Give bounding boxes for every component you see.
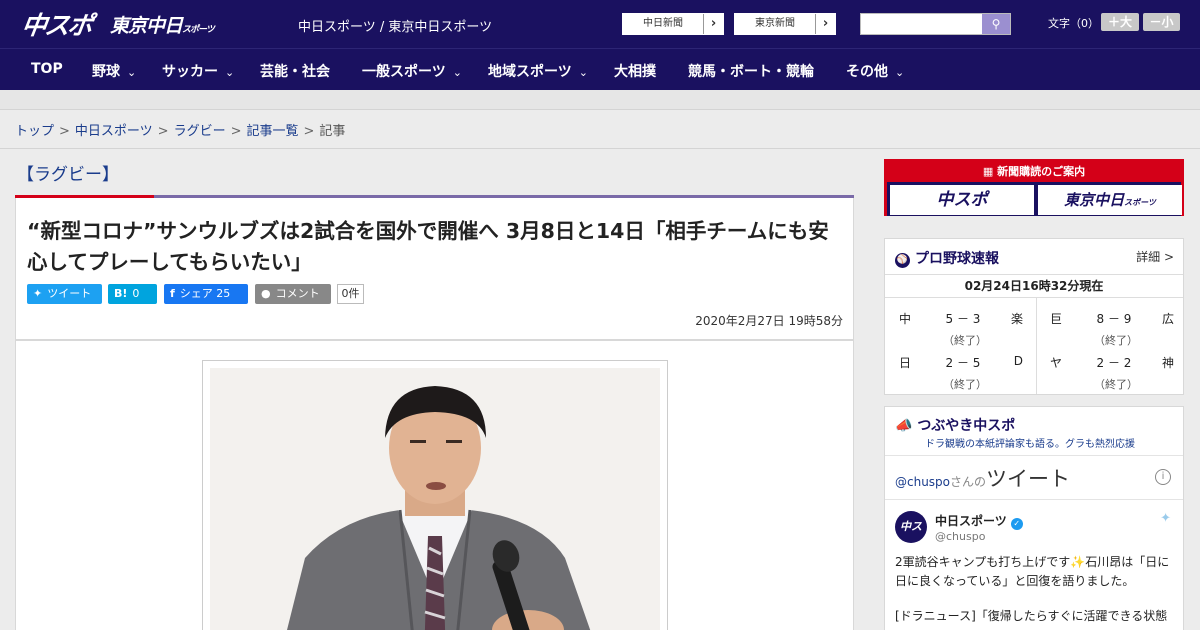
twitter-widget-subtitle: ドラ観戦の本紙評論家も語る。グラも熱烈応援 [925, 439, 1135, 450]
nav-item-top[interactable]: TOP [31, 61, 63, 77]
chevron-down-icon: ⌄ [895, 66, 905, 79]
verified-badge-icon: ✓ [1010, 518, 1023, 530]
comment-button[interactable]: ● コメント [255, 284, 331, 304]
breadcrumb-current: 記事 [319, 124, 346, 139]
avatar[interactable]: 中スポ [895, 511, 927, 565]
info-icon[interactable]: i [1155, 469, 1171, 485]
hatena-bookmark-button[interactable]: B! 0 [108, 284, 157, 304]
twitter-bird-icon[interactable]: ✦ [1160, 511, 1171, 526]
breadcrumb: トップ > 中日スポーツ > ラグビー > 記事一覧 > 記事 [15, 124, 346, 139]
breadcrumb-article-list[interactable]: 記事一覧 [247, 124, 299, 139]
search-button[interactable]: ⚲ [982, 14, 1010, 34]
font-smaller-button[interactable]: －小 [1143, 13, 1180, 31]
site-name[interactable]: 中日スポーツ / 東京中日スポーツ [298, 16, 492, 35]
nav-item-local-sports[interactable]: 地域スポーツ ⌄ [488, 61, 588, 81]
divider [1036, 298, 1037, 394]
tweet-text-2: [ドラニュース]「復帰したらすぐに活躍できる状態 [895, 609, 1168, 623]
font-size-label: 文字（0） [1048, 17, 1099, 30]
game-result[interactable]: ヤ2 － 2 神（終了） [1038, 342, 1186, 391]
article-body [15, 340, 854, 630]
game-result[interactable]: 日2 － 5 D （終了） [887, 342, 1035, 391]
nav-item-entertainment[interactable]: 芸能・社会 [260, 61, 330, 81]
tweet-button[interactable]: ✦ ツイート [27, 284, 102, 304]
tokyo-shimbun-link[interactable]: 東京新聞 › [734, 13, 836, 35]
publish-date: 2020年2月27日 19時58分 [695, 314, 843, 328]
chevron-down-icon: ⌄ [127, 66, 137, 79]
comment-count: 0件 [337, 284, 364, 304]
article-title: “新型コロナ”サンウルブズは2試合を国外で開催へ 3月8日と14日「相手チームに… [27, 219, 829, 274]
divider [0, 148, 1200, 149]
game-result[interactable]: 中5 － 3 楽（終了） [887, 298, 1035, 347]
speech-bubble-icon: ● [261, 287, 271, 300]
scoreboard-title: ⚾ プロ野球速報 [895, 251, 999, 268]
tweet-text: 2軍読谷キャンプも打ち上げです✨石川昂は「日に日に良くなっている」と回復を語りま… [895, 555, 1170, 588]
search-icon: ⚲ [991, 17, 1001, 31]
baseball-scoreboard: ⚾ プロ野球速報 詳細 > 02月24日16時32分現在 中5 － 3 楽（終了） … [884, 238, 1184, 395]
facebook-share-button[interactable]: f シェア 25 [164, 284, 248, 304]
subscription-heading: ▦ 新聞購読のご案内 [887, 162, 1181, 182]
game-result[interactable]: 巨8 － 9 広（終了） [1038, 298, 1186, 347]
twitter-bird-icon: ✦ [33, 287, 43, 300]
chevron-down-icon: ⌄ [225, 66, 235, 79]
divider [885, 499, 1183, 500]
tokyo-chunichi-logo[interactable]: 東京中日スポーツ [110, 11, 215, 38]
scoreboard-detail-link[interactable]: 詳細 > [1136, 248, 1174, 265]
nav-item-racing[interactable]: 競馬・ボート・競輪 [688, 61, 814, 81]
baseball-icon: ⚾ [895, 253, 910, 268]
twitter-widget: 📣 つぶやき中スポ ドラ観戦の本紙評論家も語る。グラも熱烈応援 @chuspoさ… [884, 406, 1184, 630]
site-header: 中スポ 東京中日スポーツ 中日スポーツ / 東京中日スポーツ 中日新聞 › 東京新… [0, 0, 1200, 48]
chevron-down-icon: ⌄ [578, 66, 588, 79]
chuspo-logo[interactable]: 中スポ [19, 6, 93, 42]
nav-item-other[interactable]: その他 ⌄ [846, 61, 904, 81]
subscription-banner[interactable]: ▦ 新聞購読のご案内 中スポ 東京中日スポーツ [884, 159, 1184, 216]
chevron-right-icon: › [815, 14, 835, 34]
article-photo[interactable] [202, 360, 668, 630]
coach-photo-image [210, 368, 660, 630]
newspaper-icon: ▦ [982, 165, 998, 178]
megaphone-icon: 📣 [895, 418, 918, 434]
sub-nav-band [0, 90, 1200, 110]
hatena-icon: B! [114, 287, 128, 300]
subscribe-tokyo-chunichi-button[interactable]: 東京中日スポーツ [1038, 185, 1182, 215]
account-name[interactable]: 中日スポーツ ✓ [935, 512, 1023, 530]
breadcrumb-chunichi-sports[interactable]: 中日スポーツ [75, 124, 153, 139]
nav-item-soccer[interactable]: サッカー ⌄ [162, 61, 234, 81]
account-handle[interactable]: @chuspo [935, 530, 985, 543]
timeline-heading[interactable]: @chuspoさんのツイート [895, 463, 1070, 493]
article-header: “新型コロナ”サンウルブズは2試合を国外で開催へ 3月8日と14日「相手チームに… [15, 198, 854, 340]
nav-item-sumo[interactable]: 大相撲 [614, 61, 656, 81]
search-input[interactable]: ⚲ [860, 13, 1011, 35]
facebook-icon: f [170, 287, 175, 300]
main-nav: TOP 野球 ⌄ サッカー ⌄ 芸能・社会 一般スポーツ ⌄ 地域スポーツ ⌄ 大相撲 … [0, 48, 1200, 90]
scoreboard-timestamp: 02月24日16時32分現在 [885, 274, 1183, 298]
breadcrumb-top[interactable]: トップ [15, 124, 54, 139]
nav-item-general-sports[interactable]: 一般スポーツ ⌄ [362, 61, 462, 81]
subscribe-chuspo-button[interactable]: 中スポ [890, 185, 1034, 215]
font-larger-button[interactable]: ＋大 [1101, 13, 1139, 31]
divider [885, 455, 1183, 456]
breadcrumb-rugby[interactable]: ラグビー [174, 124, 226, 139]
category-label: 【ラグビー】 [17, 165, 119, 185]
twitter-widget-title: 📣 つぶやき中スポ [895, 418, 1016, 434]
chunichi-shimbun-link[interactable]: 中日新聞 › [622, 13, 724, 35]
chevron-right-icon: › [703, 14, 723, 34]
chevron-down-icon: ⌄ [452, 66, 462, 79]
nav-item-baseball[interactable]: 野球 ⌄ [92, 61, 136, 81]
